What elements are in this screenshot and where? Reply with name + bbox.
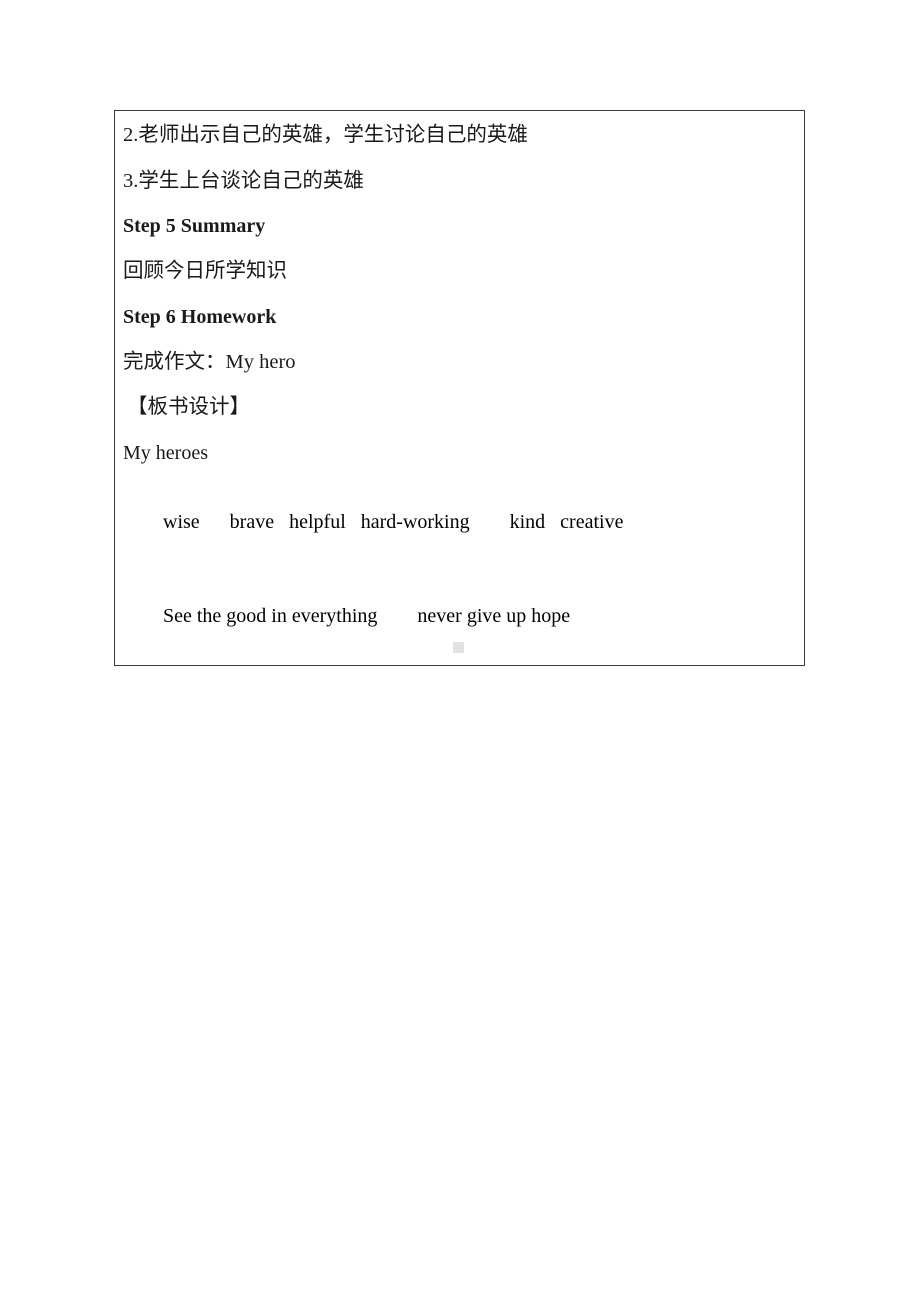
word-wise: wise — [163, 510, 200, 533]
heading-blackboard-design: 【板书设计】 — [127, 396, 250, 418]
text-line-activity-2: 2.老师出示自己的英雄，学生讨论自己的英雄 — [123, 124, 528, 146]
phrase-see-the-good: See the good in everything — [163, 604, 378, 627]
gap-4 — [470, 511, 510, 533]
text-line-step-6-body: 完成作文：My hero — [123, 350, 296, 373]
word-brave: brave — [229, 510, 275, 533]
heading-step-5-summary: Step 5 Summary — [123, 215, 266, 237]
gap-1 — [200, 511, 230, 533]
text-line-board-title: My heroes — [123, 441, 208, 464]
word-helpful: helpful — [289, 510, 346, 533]
page-watermark-square — [453, 642, 464, 653]
lesson-plan-table-cell: 2.老师出示自己的英雄，学生讨论自己的英雄 3.学生上台谈论自己的英雄 Step… — [115, 111, 804, 665]
phrase-gap — [377, 605, 417, 627]
text-line-step-5-body: 回顾今日所学知识 — [123, 260, 287, 282]
word-hard-working: hard-working — [360, 510, 470, 533]
phrase-never-give-up-hope: never give up hope — [417, 604, 571, 627]
gap-2 — [274, 511, 289, 533]
document-page: 2.老师出示自己的英雄，学生讨论自己的英雄 3.学生上台谈论自己的英雄 Step… — [0, 0, 920, 1302]
gap-5 — [545, 511, 560, 533]
adjective-word-row: wise brave helpful hard-working kind cre… — [123, 488, 796, 557]
lesson-plan-table: 2.老师出示自己的英雄，学生讨论自己的英雄 3.学生上台谈论自己的英雄 Step… — [114, 110, 805, 666]
gap-3 — [346, 511, 361, 533]
word-creative: creative — [560, 510, 624, 533]
phrase-row: See the good in everything never give up… — [123, 582, 796, 651]
heading-step-6-homework: Step 6 Homework — [123, 305, 277, 328]
word-kind: kind — [509, 510, 546, 533]
text-line-activity-3: 3.学生上台谈论自己的英雄 — [123, 169, 364, 192]
